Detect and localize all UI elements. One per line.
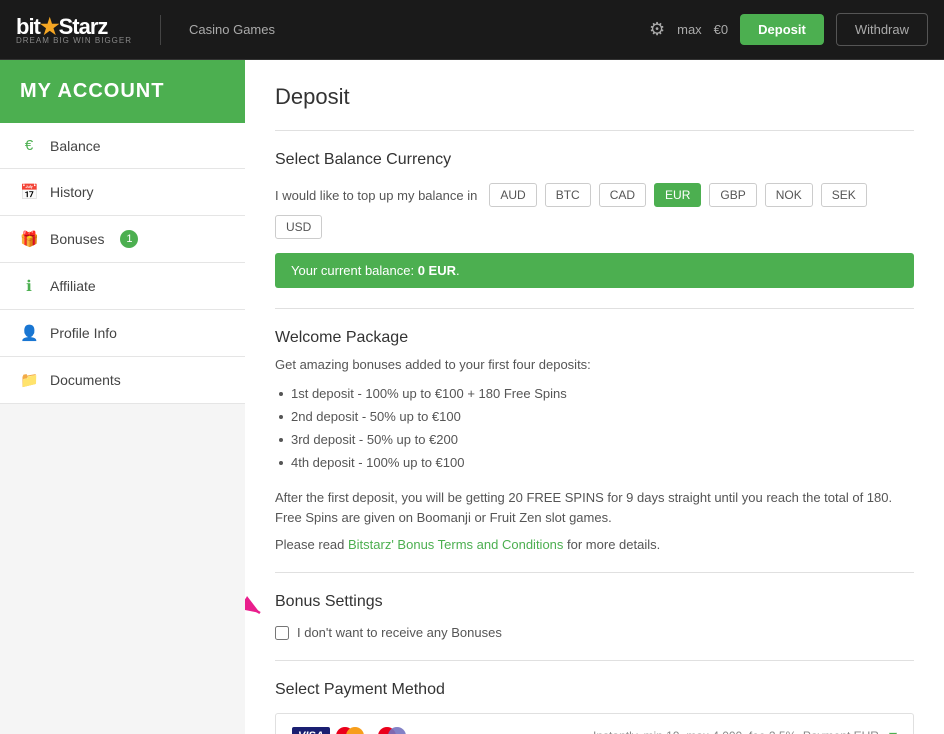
sidebar-title: MY ACCOUNT bbox=[0, 60, 245, 123]
balance-value: 0 EUR bbox=[418, 263, 456, 278]
free-spins-text: After the first deposit, you will be get… bbox=[275, 488, 914, 527]
maestro-right bbox=[388, 727, 406, 734]
divider-4 bbox=[275, 660, 914, 661]
bonus-checkbox[interactable] bbox=[275, 626, 289, 640]
welcome-package-title: Welcome Package bbox=[275, 329, 914, 347]
balance-currency-section: Select Balance Currency I would like to … bbox=[275, 151, 914, 288]
sidebar-label-documents: Documents bbox=[50, 372, 121, 388]
profile-icon: 👤 bbox=[20, 324, 38, 342]
sidebar-item-bonuses[interactable]: 🎁 Bonuses 1 bbox=[0, 216, 245, 263]
mastercard-logo-1 bbox=[336, 727, 364, 734]
sidebar-label-profile: Profile Info bbox=[50, 325, 117, 341]
header: bit★Starz DREAM BIG WIN BIGGER Casino Ga… bbox=[0, 0, 944, 60]
card-payment-info: Instantly, min 19, max 4,000, fee 2.5%, … bbox=[593, 729, 879, 734]
currency-sek[interactable]: SEK bbox=[821, 183, 867, 207]
mc-right-circle bbox=[346, 727, 364, 734]
main-layout: MY ACCOUNT € Balance 📅 History 🎁 Bonuses… bbox=[0, 60, 944, 734]
withdraw-button[interactable]: Withdraw bbox=[836, 13, 928, 46]
content-area: Deposit Select Balance Currency I would … bbox=[245, 60, 944, 734]
terms-link[interactable]: Bitstarz' Bonus Terms and Conditions bbox=[348, 537, 563, 552]
bonus-checkbox-row: I don't want to receive any Bonuses bbox=[275, 625, 914, 640]
bonus-checkbox-label: I don't want to receive any Bonuses bbox=[297, 625, 502, 640]
sidebar-item-documents[interactable]: 📁 Documents bbox=[0, 357, 245, 404]
currency-gbp[interactable]: GBP bbox=[709, 183, 756, 207]
sidebar-item-history[interactable]: 📅 History bbox=[0, 169, 245, 216]
balance-display: €0 bbox=[714, 22, 728, 37]
deposit-button[interactable]: Deposit bbox=[740, 14, 824, 45]
card-logos: VISA bbox=[292, 727, 406, 734]
nav-divider bbox=[160, 15, 161, 45]
username: max bbox=[677, 22, 702, 37]
sidebar-label-history: History bbox=[50, 184, 94, 200]
bonus-settings-title: Bonus Settings bbox=[275, 593, 914, 611]
card-payment-row[interactable]: VISA Instantly, min 19, max 4,000, fee 2… bbox=[275, 713, 914, 734]
divider-3 bbox=[275, 572, 914, 573]
currency-label: I would like to top up my balance in bbox=[275, 188, 477, 203]
bonuses-badge: 1 bbox=[120, 230, 138, 248]
deposit-list: 1st deposit - 100% up to €100 + 180 Free… bbox=[275, 382, 914, 474]
bonuses-icon: 🎁 bbox=[20, 230, 38, 248]
current-balance-bar: Your current balance: 0 EUR. bbox=[275, 253, 914, 288]
divider-2 bbox=[275, 308, 914, 309]
divider-1 bbox=[275, 130, 914, 131]
casino-games-link[interactable]: Casino Games bbox=[189, 22, 275, 37]
currency-usd[interactable]: USD bbox=[275, 215, 322, 239]
header-right: ⚙ max €0 Deposit Withdraw bbox=[649, 13, 928, 46]
page-title: Deposit bbox=[275, 84, 914, 110]
visa-logo: VISA bbox=[292, 727, 330, 734]
currency-btc[interactable]: BTC bbox=[545, 183, 591, 207]
please-read-prefix: Please read bbox=[275, 537, 348, 552]
payment-method-section: Select Payment Method VISA Instantly, mi… bbox=[275, 681, 914, 734]
documents-icon: 📁 bbox=[20, 371, 38, 389]
welcome-package-section: Welcome Package Get amazing bonuses adde… bbox=[275, 329, 914, 552]
user-icon: ⚙ bbox=[649, 19, 665, 40]
currency-aud[interactable]: AUD bbox=[489, 183, 536, 207]
deposit-item-4: 4th deposit - 100% up to €100 bbox=[291, 451, 914, 474]
terms-suffix: for more details. bbox=[563, 537, 660, 552]
logo-sub: DREAM BIG WIN BIGGER bbox=[16, 36, 132, 45]
welcome-intro: Get amazing bonuses added to your first … bbox=[275, 357, 914, 372]
balance-suffix: . bbox=[456, 263, 460, 278]
deposit-item-3: 3rd deposit - 50% up to €200 bbox=[291, 428, 914, 451]
bonus-settings-section: Bonus Settings I don't want to receive a… bbox=[275, 593, 914, 640]
sidebar-item-balance[interactable]: € Balance bbox=[0, 123, 245, 169]
maestro-logo bbox=[378, 727, 406, 734]
logo-area: bit★Starz DREAM BIG WIN BIGGER Casino Ga… bbox=[16, 14, 275, 45]
sidebar-item-profile-info[interactable]: 👤 Profile Info bbox=[0, 310, 245, 357]
sidebar-label-affiliate: Affiliate bbox=[50, 278, 96, 294]
balance-currency-title: Select Balance Currency bbox=[275, 151, 914, 169]
balance-icon: € bbox=[20, 137, 38, 154]
deposit-item-1: 1st deposit - 100% up to €100 + 180 Free… bbox=[291, 382, 914, 405]
history-icon: 📅 bbox=[20, 183, 38, 201]
logo: bit★Starz DREAM BIG WIN BIGGER bbox=[16, 14, 132, 45]
please-read: Please read Bitstarz' Bonus Terms and Co… bbox=[275, 537, 914, 552]
card-chevron-icon: ▾ bbox=[889, 726, 897, 734]
deposit-item-2: 2nd deposit - 50% up to €100 bbox=[291, 405, 914, 428]
currency-nok[interactable]: NOK bbox=[765, 183, 813, 207]
affiliate-icon: ℹ bbox=[20, 277, 38, 295]
sidebar-label-balance: Balance bbox=[50, 138, 101, 154]
currency-cad[interactable]: CAD bbox=[599, 183, 646, 207]
currency-row: I would like to top up my balance in AUD… bbox=[275, 183, 914, 239]
currency-eur[interactable]: EUR bbox=[654, 183, 701, 207]
sidebar: MY ACCOUNT € Balance 📅 History 🎁 Bonuses… bbox=[0, 60, 245, 734]
sidebar-item-affiliate[interactable]: ℹ Affiliate bbox=[0, 263, 245, 310]
payment-method-title: Select Payment Method bbox=[275, 681, 914, 699]
balance-prefix: Your current balance: bbox=[291, 263, 418, 278]
sidebar-label-bonuses: Bonuses bbox=[50, 231, 104, 247]
